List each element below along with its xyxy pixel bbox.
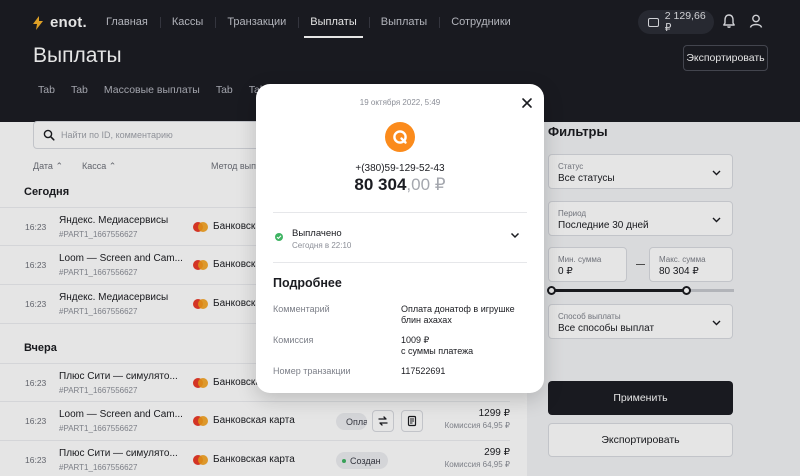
payout-amount-int: 80 304 bbox=[354, 175, 407, 194]
recipient-phone: +(380)59-129-52-43 bbox=[355, 163, 445, 174]
detail-fee-value: 1009 ₽ bbox=[401, 335, 430, 345]
provider-logo-icon bbox=[385, 122, 415, 152]
close-icon[interactable] bbox=[521, 97, 533, 109]
detail-comment-value: Оплата донатоф в игрушке блин ахахах bbox=[401, 304, 515, 325]
payout-amount: 80 304,00 ₽ bbox=[256, 175, 544, 195]
details-title: Подробнее bbox=[273, 276, 342, 290]
detail-fee-note: с суммы платежа bbox=[401, 346, 474, 356]
payout-status-time: Сегодня в 22:10 bbox=[292, 241, 352, 250]
detail-comment-label: Комментарий bbox=[273, 304, 330, 314]
detail-txn-value: 117522691 bbox=[401, 366, 446, 376]
payout-date: 19 октября 2022, 5:49 bbox=[359, 98, 441, 107]
divider bbox=[273, 212, 527, 213]
payout-amount-dec: ,00 ₽ bbox=[406, 175, 446, 194]
check-circle-icon bbox=[275, 233, 283, 241]
divider bbox=[273, 262, 527, 263]
payout-status: Выплачено bbox=[292, 228, 342, 239]
payout-details-modal: 19 октября 2022, 5:49 +(380)59-129-52-43… bbox=[256, 84, 544, 393]
detail-txn-label: Номер транзакции bbox=[273, 366, 351, 376]
chevron-down-icon[interactable] bbox=[510, 232, 520, 239]
detail-fee-label: Комиссия bbox=[273, 335, 314, 345]
